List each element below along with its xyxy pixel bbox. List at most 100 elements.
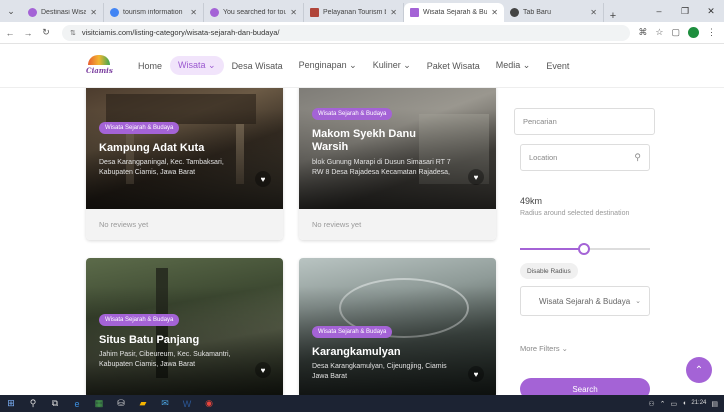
browser-tab[interactable]: Pelayanan Tourism b ✕ bbox=[304, 3, 404, 22]
listing-address: Desa Karangkamulyan, Cijeungjing, Ciamis… bbox=[312, 363, 447, 380]
forward-icon[interactable]: → bbox=[20, 28, 36, 38]
disable-radius-button[interactable]: Disable Radius bbox=[520, 263, 578, 279]
tab-close-icon[interactable]: ✕ bbox=[90, 8, 97, 17]
tab-label: Destinasi Wisata Arc bbox=[41, 9, 86, 16]
browser-tab-strip: ⌄ Destinasi Wisata Arc ✕ tourism informa… bbox=[0, 0, 724, 22]
site-logo[interactable]: Ciamis bbox=[86, 53, 113, 79]
category-selected-value: Wisata Sejarah & Budaya bbox=[539, 296, 631, 306]
file-explorer-icon[interactable]: ▰ bbox=[132, 395, 154, 412]
browser-tab[interactable]: tourism information ✕ bbox=[104, 3, 204, 22]
location-placeholder: Location bbox=[529, 153, 558, 162]
sidepanel-icon[interactable]: ▢ bbox=[671, 27, 680, 38]
listing-card[interactable]: Wisata Sejarah & Budaya Karangkamulyan D… bbox=[299, 258, 496, 395]
listing-title[interactable]: Kampung Adat Kuta bbox=[99, 142, 204, 155]
network-icon[interactable]: ▭ bbox=[671, 400, 678, 408]
nav-desa-wisata[interactable]: Desa Wisata bbox=[224, 57, 291, 75]
nav-wisata[interactable]: Wisata ⌄ bbox=[170, 56, 224, 75]
minimize-icon[interactable]: – bbox=[646, 6, 672, 16]
volume-icon[interactable]: ◖ bbox=[682, 400, 686, 407]
edge-browser-icon[interactable]: e bbox=[66, 395, 88, 412]
search-input[interactable]: Pencarian bbox=[514, 108, 655, 135]
nav-penginapan[interactable]: Penginapan ⌄ bbox=[291, 56, 365, 75]
maximize-icon[interactable]: ❐ bbox=[672, 6, 698, 17]
nav-media[interactable]: Media ⌄ bbox=[488, 56, 539, 75]
listing-card[interactable]: Wisata Sejarah & Budaya Kampung Adat Kut… bbox=[86, 88, 283, 240]
browser-tab-active[interactable]: Wisata Sejarah & Bu ✕ bbox=[404, 3, 504, 22]
scroll-to-top-button[interactable]: ⌃ bbox=[686, 357, 712, 383]
nav-kuliner[interactable]: Kuliner ⌄ bbox=[365, 56, 419, 75]
tab-label: Wisata Sejarah & Bu bbox=[423, 9, 488, 16]
tab-close-icon[interactable]: ✕ bbox=[190, 8, 197, 17]
google-favicon-icon bbox=[110, 8, 119, 17]
more-filters-toggle[interactable]: More Filters ⌄ bbox=[520, 344, 568, 353]
heart-icon[interactable]: ♥ bbox=[255, 362, 271, 378]
chrome-favicon-icon bbox=[510, 8, 519, 17]
listing-photo: Wisata Sejarah & Budaya Situs Batu Panja… bbox=[86, 258, 283, 395]
location-pin-icon[interactable]: ⚲ bbox=[634, 152, 641, 163]
listing-card[interactable]: Wisata Sejarah & Budaya Makom Syekh Danu… bbox=[299, 88, 496, 240]
listing-address: blok Gunung Marapi di Dusun Simasari RT … bbox=[312, 159, 451, 176]
listing-address: Desa Karangpaningal, Kec. Tambaksari, Ka… bbox=[99, 159, 224, 176]
radius-slider-handle[interactable] bbox=[577, 243, 590, 255]
location-input[interactable]: Location ⚲ bbox=[520, 144, 650, 171]
chrome-icon[interactable]: ◉ bbox=[198, 395, 220, 412]
category-badge[interactable]: Wisata Sejarah & Budaya bbox=[99, 122, 180, 134]
word-icon[interactable]: W bbox=[176, 395, 198, 412]
excel-icon[interactable]: ▦ bbox=[88, 395, 110, 412]
mail-icon[interactable]: ✉ bbox=[154, 395, 176, 412]
site-info-icon[interactable]: ⇅ bbox=[70, 29, 76, 37]
category-badge[interactable]: Wisata Sejarah & Budaya bbox=[312, 326, 393, 338]
tab-label: Tab Baru bbox=[523, 9, 552, 16]
people-icon[interactable]: ⚇ bbox=[648, 400, 654, 408]
task-view-icon[interactable]: ⧉ bbox=[44, 395, 66, 412]
main-nav: Home Wisata ⌄ Desa Wisata Penginapan ⌄ K… bbox=[130, 56, 577, 75]
new-tab-icon[interactable]: + bbox=[604, 10, 622, 22]
nav-event[interactable]: Event bbox=[538, 57, 577, 75]
tab-search-icon[interactable]: ⌄ bbox=[0, 0, 22, 22]
favicon-icon bbox=[28, 8, 37, 17]
heart-icon[interactable]: ♥ bbox=[468, 169, 484, 185]
notifications-icon[interactable]: ▤ bbox=[711, 400, 718, 408]
listing-title[interactable]: Karangkamulyan bbox=[312, 346, 401, 359]
tab-close-icon[interactable]: ✕ bbox=[590, 8, 597, 17]
heart-icon[interactable]: ♥ bbox=[468, 366, 484, 382]
nav-home[interactable]: Home bbox=[130, 57, 170, 75]
profile-avatar[interactable] bbox=[688, 27, 699, 38]
windows-taskbar: ⊞ ⚲ ⧉ e ▦ ⛁ ▰ ✉ W ◉ ⚇ ⌃ ▭ ◖ 21:24 ▤ bbox=[0, 395, 724, 412]
listing-title[interactable]: Situs Batu Panjang bbox=[99, 334, 199, 347]
url-field[interactable]: ⇅ visitciamis.com/listing-category/wisat… bbox=[62, 24, 631, 41]
back-icon[interactable]: ← bbox=[2, 28, 18, 38]
reviews-status: No reviews yet bbox=[299, 209, 496, 240]
listing-card[interactable]: Wisata Sejarah & Budaya Situs Batu Panja… bbox=[86, 258, 283, 395]
windows-start-icon[interactable]: ⊞ bbox=[0, 395, 22, 412]
heart-icon[interactable]: ♥ bbox=[255, 171, 271, 187]
bookmark-star-icon[interactable]: ☆ bbox=[655, 27, 663, 38]
logo-arc bbox=[88, 54, 110, 65]
browser-tab[interactable]: Destinasi Wisata Arc ✕ bbox=[22, 3, 104, 22]
reload-icon[interactable]: ↻ bbox=[38, 27, 54, 38]
search-button[interactable]: Search bbox=[520, 378, 650, 395]
window-controls: – ❐ ✕ bbox=[646, 0, 724, 22]
search-placeholder: Pencarian bbox=[523, 117, 557, 126]
clock[interactable]: 21:24 bbox=[691, 400, 706, 407]
close-window-icon[interactable]: ✕ bbox=[698, 6, 724, 17]
category-select[interactable]: Wisata Sejarah & Budaya ⌄ bbox=[520, 286, 650, 316]
listing-photo: Wisata Sejarah & Budaya Makom Syekh Danu… bbox=[299, 88, 496, 209]
listing-photo: Wisata Sejarah & Budaya Karangkamulyan D… bbox=[299, 258, 496, 395]
menu-dots-icon[interactable]: ⋮ bbox=[707, 27, 716, 38]
nav-paket-wisata[interactable]: Paket Wisata bbox=[419, 57, 488, 75]
browser-tab[interactable]: Tab Baru ✕ bbox=[504, 3, 604, 22]
browser-tab[interactable]: You searched for tou ✕ bbox=[204, 3, 304, 22]
tab-close-icon[interactable]: ✕ bbox=[290, 8, 297, 17]
tab-label: tourism information bbox=[123, 9, 183, 16]
category-badge[interactable]: Wisata Sejarah & Budaya bbox=[99, 314, 180, 326]
store-icon[interactable]: ⛁ bbox=[110, 395, 132, 412]
search-icon[interactable]: ⚲ bbox=[22, 395, 44, 412]
tab-close-icon[interactable]: ✕ bbox=[390, 8, 397, 17]
translate-icon[interactable]: ⌘ bbox=[638, 27, 647, 38]
chevron-up-icon[interactable]: ⌃ bbox=[660, 400, 666, 408]
tab-close-icon[interactable]: ✕ bbox=[491, 8, 498, 17]
category-badge[interactable]: Wisata Sejarah & Budaya bbox=[312, 108, 393, 120]
listing-title[interactable]: Makom Syekh Danu Warsih bbox=[312, 128, 452, 154]
reviews-status: No reviews yet bbox=[86, 209, 283, 240]
